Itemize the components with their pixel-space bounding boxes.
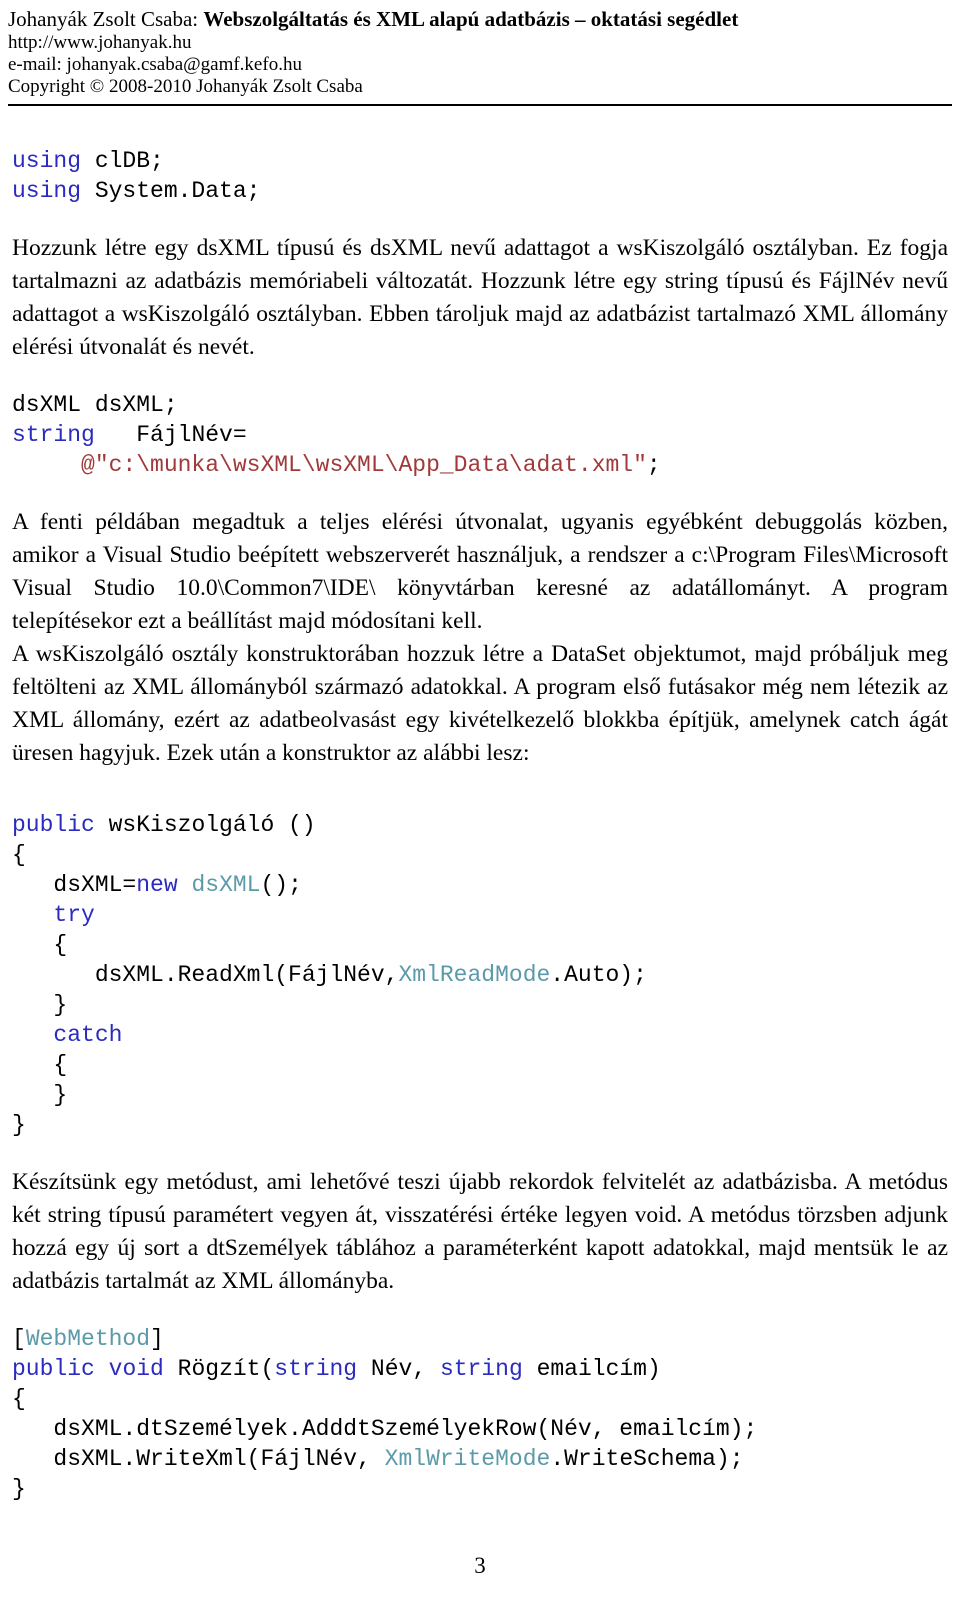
code-type-dsxml: dsXML: [191, 872, 261, 898]
code-text-adddtszemelyekrow: dsXML.dtSzemélyek.AdddtSzemélyekRow(Név,…: [12, 1416, 758, 1442]
code-keyword-new: new: [136, 872, 178, 898]
document-header: Johanyák Zsolt Csaba: Webszolgáltatás és…: [8, 0, 952, 106]
code-keyword-void: void: [108, 1356, 164, 1382]
code-text-auto: .Auto);: [550, 962, 647, 988]
code-text-writexml: dsXML.WriteXml(FájlNév,: [12, 1446, 385, 1472]
paragraph-2: A fenti példában megadtuk a teljes eléré…: [12, 509, 948, 634]
code-brace-open-2: {: [12, 932, 68, 958]
code-keyword-using-2: using: [12, 178, 82, 204]
header-title-main: Webszolgáltatás és XML alapú adatbázis –…: [203, 7, 739, 31]
code-brace-open-4: {: [12, 1386, 26, 1412]
code-text-nev-param: Név,: [357, 1356, 440, 1382]
code-keyword-public-1: public: [12, 812, 95, 838]
code-bracket-open: [: [12, 1326, 26, 1352]
paragraph-4: Készítsünk egy metódust, ami lehetővé te…: [12, 1169, 948, 1294]
paragraph-3: A wsKiszolgáló osztály konstruktorában h…: [12, 641, 948, 766]
code-type-xmlreadmode: XmlReadMode: [398, 962, 551, 988]
document-page: Johanyák Zsolt Csaba: Webszolgáltatás és…: [0, 0, 960, 1613]
code-text-dsxml-assign: dsXML=: [12, 872, 137, 898]
code-text-call-parens: ();: [260, 872, 302, 898]
code-text-fajlnev: FájlNév=: [94, 422, 247, 448]
code-keyword-public-2: public: [12, 1356, 95, 1382]
code-text-emailcim-param: emailcím): [522, 1356, 661, 1382]
code-text-wskiszolgalo: wsKiszolgáló (): [94, 812, 316, 838]
code-keyword-string-param1: string: [274, 1356, 358, 1382]
code-brace-open-3: {: [12, 1052, 68, 1078]
header-email: e-mail: johanyak.csaba@gamf.kefo.hu: [8, 54, 302, 75]
code-text-rogzit: Rögzít(: [163, 1356, 275, 1382]
code-keyword-string-param2: string: [439, 1356, 523, 1382]
code-text-semicolon: ;: [646, 452, 661, 478]
code-text-readxml: dsXML.ReadXml(FájlNév,: [12, 962, 399, 988]
code-attribute-webmethod: WebMethod: [25, 1326, 151, 1352]
code-type-xmlwritemode: XmlWriteMode: [384, 1446, 551, 1472]
code-block-rogzit-method: [WebMethod] public void Rögzít(string Né…: [8, 1324, 952, 1504]
code-block-field-declarations: dsXML dsXML; string FájlNév= @"c:\munka\…: [8, 390, 952, 480]
code-keyword-string: string: [12, 422, 95, 448]
code-text-writeschema: .WriteSchema);: [550, 1446, 744, 1472]
code-bracket-close: ]: [150, 1326, 164, 1352]
code-brace-close-3: }: [12, 1112, 26, 1138]
code-text-dsxml-decl: dsXML dsXML;: [12, 392, 178, 418]
code-brace-close-1: }: [12, 992, 68, 1018]
code-block-constructor: public wsKiszolgáló () { dsXML=new dsXML…: [8, 810, 952, 1140]
header-copyright: Copyright © 2008-2010 Johanyák Zsolt Csa…: [8, 76, 363, 97]
paragraph-1: Hozzunk létre egy dsXML típusú és dsXML …: [12, 235, 948, 360]
page-number: 3: [474, 1553, 486, 1578]
code-keyword-using-1: using: [12, 148, 82, 174]
code-brace-open-1: {: [12, 842, 26, 868]
code-block-using-directives: using clDB; using System.Data;: [8, 146, 952, 206]
code-keyword-try: try: [53, 902, 95, 928]
code-keyword-catch: catch: [53, 1022, 123, 1048]
code-text-cldb: clDB;: [81, 148, 164, 174]
code-text-systemdata: System.Data;: [81, 178, 261, 204]
header-website-url: http://www.johanyak.hu: [8, 32, 192, 53]
header-title: Johanyák Zsolt Csaba: Webszolgáltatás és…: [8, 7, 952, 32]
code-brace-close-4: }: [12, 1476, 26, 1502]
header-title-prefix: Johanyák Zsolt Csaba:: [8, 7, 204, 31]
code-brace-close-2: }: [12, 1082, 68, 1108]
code-string-literal-path: @"c:\munka\wsXML\wsXML\App_Data\adat.xml…: [81, 452, 647, 478]
